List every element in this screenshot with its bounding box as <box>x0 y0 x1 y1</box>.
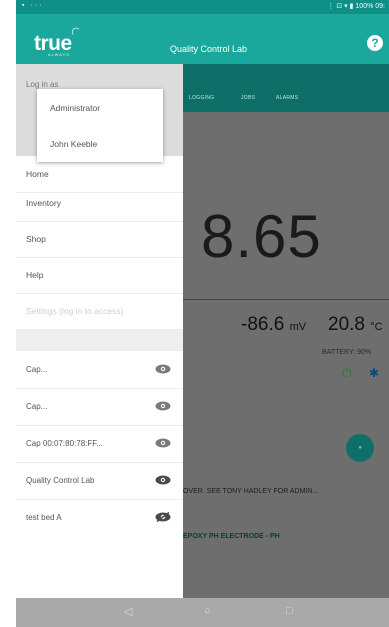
eye-off-icon[interactable] <box>155 512 171 522</box>
device-label: Quality Control Lab <box>26 476 95 485</box>
back-icon[interactable]: ◁ <box>124 605 132 618</box>
device-label: Cap... <box>26 402 48 411</box>
nav-label: Shop <box>26 234 46 244</box>
mv-value: -86.6 <box>241 314 285 335</box>
nav-label: Help <box>26 270 44 280</box>
device-label: Cap... <box>26 365 48 374</box>
eye-icon[interactable] <box>155 438 171 448</box>
temperature-reading: 20.8 °C <box>328 314 383 336</box>
nav-item-shop[interactable]: Shop <box>16 221 183 258</box>
section-divider <box>16 329 183 351</box>
login-label: Log in as <box>26 80 59 89</box>
floating-action-button: ● <box>346 434 374 462</box>
nav-label: Home <box>26 169 49 179</box>
recents-icon[interactable]: □ <box>286 605 293 617</box>
app-title: Quality Control Lab <box>170 44 248 54</box>
app-bar: true ◠ ALWAYS Quality Control Lab ? <box>16 14 389 64</box>
login-dropdown: Administrator John Keeble <box>37 89 163 162</box>
nav-item-inventory[interactable]: Inventory <box>16 185 183 222</box>
tab-logging: LOGGING <box>189 95 215 101</box>
system-nav-bar: ◁ ○ □ <box>16 598 389 627</box>
electrode-name: EPOXY PH ELECTRODE - PH <box>183 533 280 540</box>
mv-reading: -86.6 mV <box>241 314 306 336</box>
temperature-unit: °C <box>370 321 383 333</box>
home-icon[interactable]: ○ <box>204 605 211 617</box>
device-label: Cap 00:07:80:78:FF... <box>26 439 103 448</box>
notification-icons: ▪ ··· <box>22 2 44 9</box>
device-row[interactable]: Cap... <box>16 351 183 389</box>
tab-alarms: ALARMS <box>276 95 299 101</box>
background-readings: 8.65 -86.6 mV 20.8 °C BATTERY: 90% ⏻ ✱ ●… <box>183 112 389 598</box>
eye-icon[interactable] <box>155 364 171 374</box>
device-row[interactable]: Cap 00:07:80:78:FF... <box>16 425 183 463</box>
nav-item-help[interactable]: Help <box>16 257 183 294</box>
temperature-value: 20.8 <box>328 314 365 335</box>
logo-subtitle: ALWAYS <box>48 52 70 57</box>
login-option-administrator[interactable]: Administrator <box>50 103 100 113</box>
nav-label: Inventory <box>26 198 61 208</box>
nav-label: Settings (log in to access) <box>26 306 124 316</box>
device-row[interactable]: Quality Control Lab <box>16 462 183 500</box>
device-label: test bed A <box>26 513 62 522</box>
device-row[interactable]: test bed A <box>16 499 183 536</box>
background-tab-bar: LOGGING JOBS ALARMS <box>183 64 389 112</box>
help-icon[interactable]: ? <box>367 35 383 51</box>
eye-icon[interactable] <box>155 401 171 411</box>
eye-icon[interactable] <box>155 475 171 485</box>
app-screen: ▪ ··· ⋮ ⊡ ▾ ▮ 100% 09: true ◠ ALWAYS Qua… <box>16 0 389 627</box>
bluetooth-icon: ✱ <box>369 366 380 380</box>
system-status: ⋮ ⊡ ▾ ▮ 100% 09: <box>327 3 385 10</box>
login-option-john-keeble[interactable]: John Keeble <box>50 139 97 149</box>
battery-status: BATTERY: 90% <box>322 349 372 356</box>
tab-jobs: JOBS <box>241 95 256 101</box>
true-logo: true ◠ ALWAYS <box>34 24 84 57</box>
nav-item-settings: Settings (log in to access) <box>16 293 183 329</box>
power-icon: ⏻ <box>342 366 352 380</box>
info-message: OVER. SEE TONY HADLEY FOR ADMIN... <box>183 488 319 495</box>
status-bar: ▪ ··· ⋮ ⊡ ▾ ▮ 100% 09: <box>16 0 389 14</box>
ph-reading: 8.65 <box>201 203 322 270</box>
reading-divider <box>183 299 389 300</box>
device-row[interactable]: Cap... <box>16 388 183 426</box>
mv-unit: mV <box>289 321 307 333</box>
